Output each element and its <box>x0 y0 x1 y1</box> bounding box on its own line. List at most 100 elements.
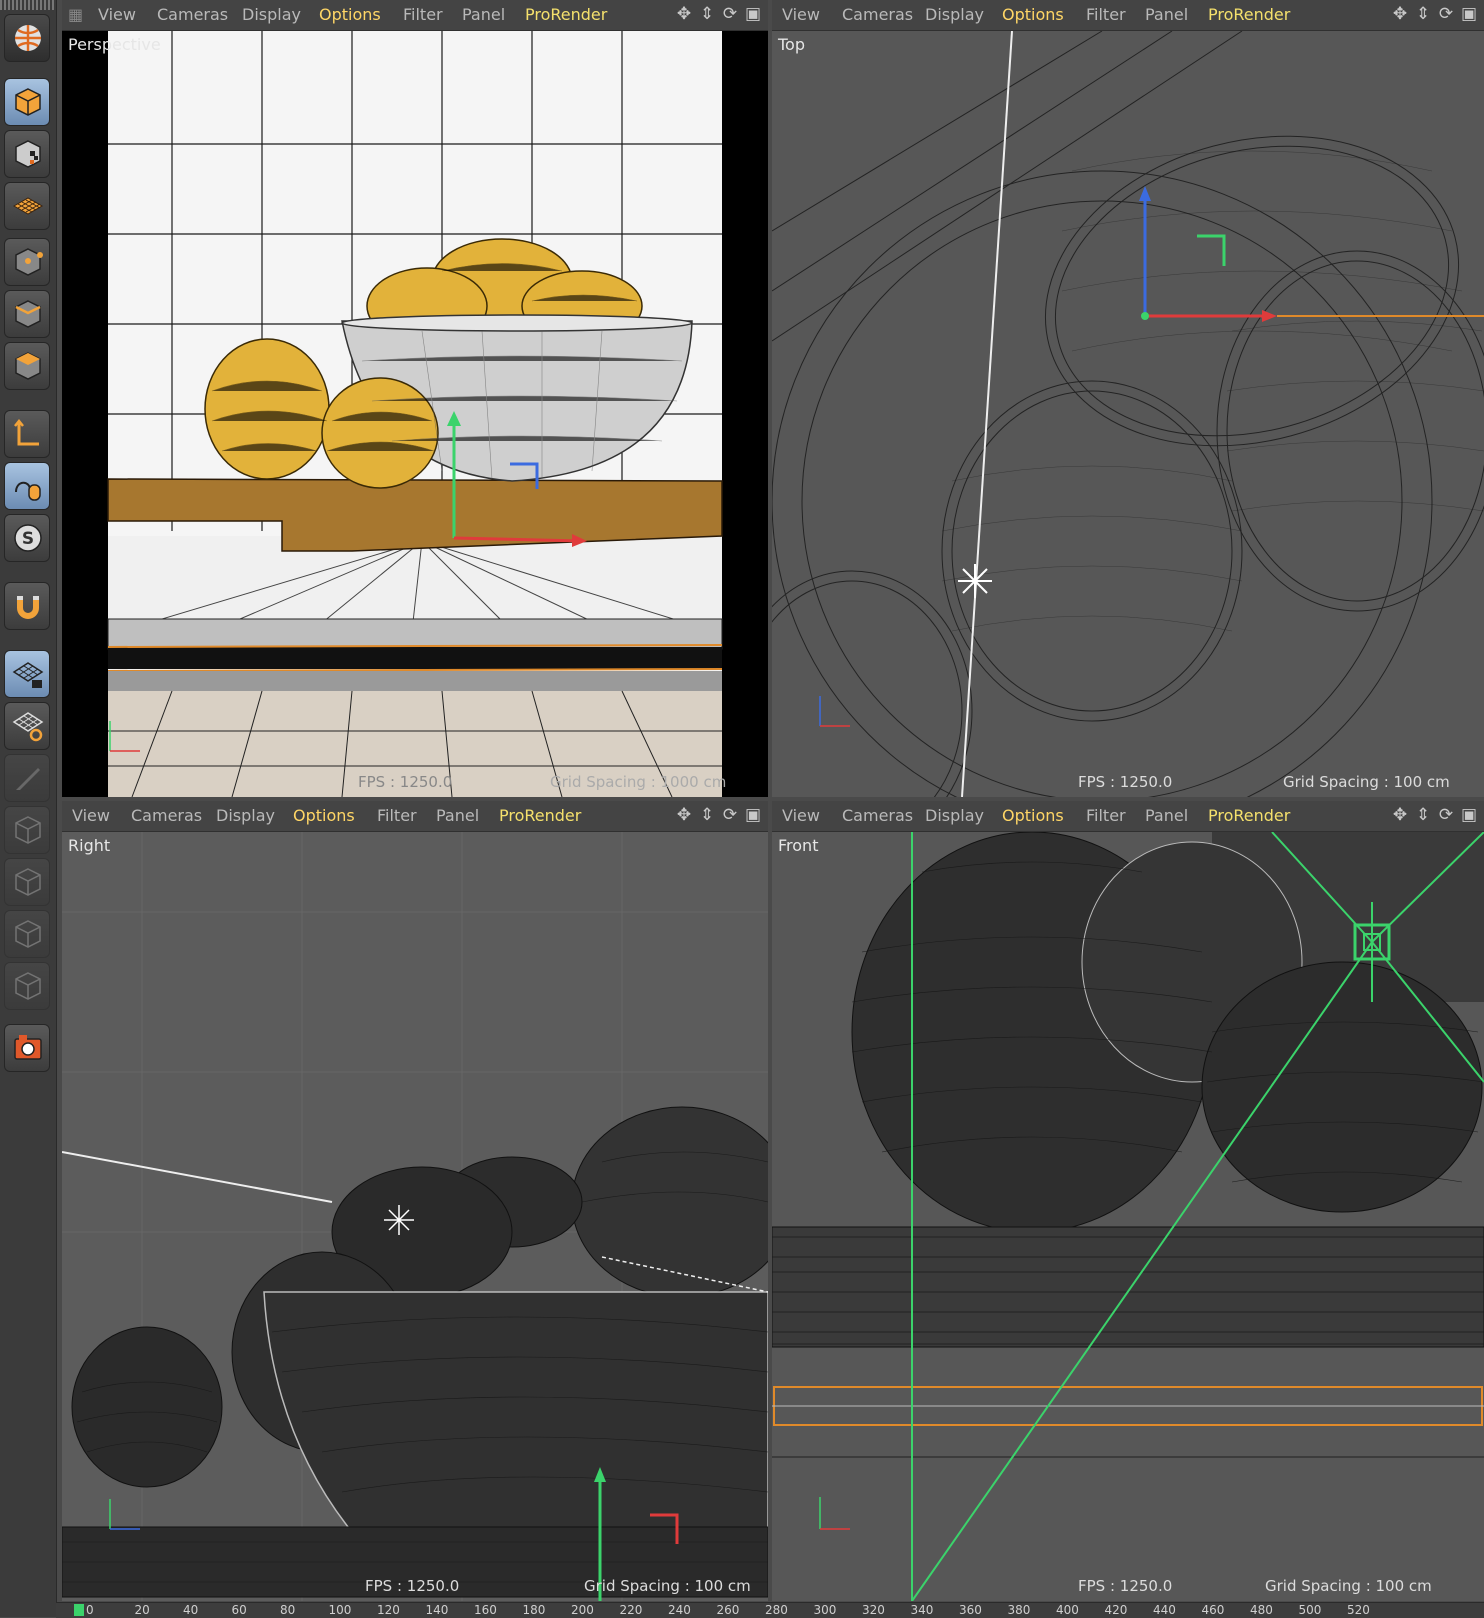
perspective-scene <box>107 31 723 797</box>
tweak-mode-icon[interactable] <box>4 462 50 510</box>
front-canvas[interactable]: Front FPS: 1250.0 Grid Spacing: 100 cm <box>772 832 1484 1601</box>
menu-cameras[interactable]: Cameras <box>157 5 228 24</box>
timeline-tick: 320 <box>862 1603 885 1617</box>
rotate-view-icon[interactable]: ⟳ <box>721 4 739 24</box>
right-canvas[interactable]: Right FPS: 1250.0 Grid Spacing: 100 cm <box>62 832 768 1601</box>
cube-icon[interactable] <box>4 78 50 126</box>
menu-prorender[interactable]: ProRender <box>525 5 607 24</box>
timeline-tick: 280 <box>765 1603 788 1617</box>
top-scene <box>772 31 1484 797</box>
timeline-ruler[interactable]: 0 20 40 60 80 100 120 140 160 180 200 220 240 260 280 3… <box>56 1602 1484 1618</box>
timeline-tick: 460 <box>1201 1603 1225 1617</box>
zoom-view-icon[interactable]: ⇕ <box>698 805 716 825</box>
menu-view[interactable]: View <box>782 806 820 825</box>
maximize-view-icon[interactable]: ▣ <box>744 4 762 24</box>
grid-plane-icon[interactable] <box>4 182 50 230</box>
maximize-view-icon[interactable]: ▣ <box>744 805 762 825</box>
viewport-label: Perspective <box>68 35 161 54</box>
timeline-tick: 40 <box>183 1603 199 1617</box>
perspective-viewport[interactable]: ▦ View Cameras Display Options Filter Pa… <box>62 0 768 797</box>
timeline-tick: 100 <box>328 1603 352 1617</box>
menu-options[interactable]: Options <box>319 5 381 24</box>
fps-readout: FPS : 1250.0 <box>365 1577 460 1595</box>
move-view-icon[interactable]: ✥ <box>675 4 693 24</box>
timeline-tick: 360 <box>959 1603 982 1617</box>
workplane-icon[interactable] <box>4 702 50 750</box>
timeline-tick: 480 <box>1250 1603 1273 1617</box>
timeline-tick: 380 <box>1007 1603 1031 1617</box>
timeline-tick: 20 <box>134 1603 150 1617</box>
toolbar-grip[interactable] <box>0 0 56 10</box>
rotate-view-icon[interactable]: ⟳ <box>721 805 739 825</box>
menu-display[interactable]: Display <box>925 5 984 24</box>
timeline-tick: 340 <box>910 1603 934 1617</box>
perspective-canvas[interactable]: Perspective FPS: 1250.0 Grid Spacing: … <box>62 31 768 797</box>
timeline-tick: 140 <box>425 1603 449 1617</box>
menu-cameras[interactable]: Cameras <box>842 806 913 825</box>
timeline-tick: 260 <box>716 1603 740 1617</box>
timeline-tick: 240 <box>668 1603 691 1617</box>
timeline-tick: 160 <box>474 1603 497 1617</box>
menu-filter[interactable]: Filter <box>377 806 417 825</box>
svg-text:S: S <box>22 529 34 549</box>
menu-cameras[interactable]: Cameras <box>842 5 913 24</box>
top-menubar: View Cameras Display Options Filter Pane… <box>772 0 1484 31</box>
menu-panel[interactable]: Panel <box>462 5 505 24</box>
top-canvas[interactable]: Top FPS: 1250.0 Grid Spacing: 100 cm <box>772 31 1484 797</box>
magnet-icon[interactable] <box>4 582 50 630</box>
top-viewport[interactable]: View Cameras Display Options Filter Pane… <box>772 0 1484 797</box>
menu-filter[interactable]: Filter <box>1086 5 1126 24</box>
rotate-view-icon[interactable]: ⟳ <box>1437 4 1455 24</box>
menu-display[interactable]: Display <box>216 806 275 825</box>
globe-logo-icon[interactable] <box>4 14 50 62</box>
cube-outline-icon[interactable] <box>4 962 50 1010</box>
menu-options[interactable]: Options <box>1002 806 1064 825</box>
viewport-grip-icon[interactable]: ▦ <box>68 5 83 24</box>
render-icon[interactable] <box>4 1024 50 1072</box>
axis-icon[interactable] <box>4 410 50 458</box>
menu-view[interactable]: View <box>98 5 136 24</box>
polygons-mode-icon[interactable] <box>4 342 50 390</box>
move-view-icon[interactable]: ✥ <box>1391 4 1409 24</box>
menu-prorender[interactable]: ProRender <box>499 806 581 825</box>
move-view-icon[interactable]: ✥ <box>675 805 693 825</box>
menu-options[interactable]: Options <box>1002 5 1064 24</box>
knife-icon[interactable] <box>4 754 50 802</box>
menu-prorender[interactable]: ProRender <box>1208 806 1290 825</box>
menu-filter[interactable]: Filter <box>1086 806 1126 825</box>
menu-cameras[interactable]: Cameras <box>131 806 202 825</box>
grid-spacing-readout: Grid Spacing : 1000 cm <box>550 773 727 791</box>
menu-display[interactable]: Display <box>925 806 984 825</box>
maximize-view-icon[interactable]: ▣ <box>1460 805 1478 825</box>
timeline-tick: 0 <box>86 1603 94 1617</box>
points-mode-icon[interactable] <box>4 238 50 286</box>
menu-display[interactable]: Display <box>242 5 301 24</box>
menu-options[interactable]: Options <box>293 806 355 825</box>
timeline-tick: 120 <box>377 1603 400 1617</box>
solo-icon[interactable]: S <box>4 514 50 562</box>
move-view-icon[interactable]: ✥ <box>1391 805 1409 825</box>
right-viewport[interactable]: View Cameras Display Options Filter Pane… <box>62 801 768 1601</box>
menu-panel[interactable]: Panel <box>436 806 479 825</box>
cube-outline-icon[interactable] <box>4 858 50 906</box>
menu-prorender[interactable]: ProRender <box>1208 5 1290 24</box>
checker-cube-icon[interactable] <box>4 130 50 178</box>
front-viewport[interactable]: View Cameras Display Options Filter Pane… <box>772 801 1484 1601</box>
maximize-view-icon[interactable]: ▣ <box>1460 4 1478 24</box>
zoom-view-icon[interactable]: ⇕ <box>1414 4 1432 24</box>
zoom-view-icon[interactable]: ⇕ <box>1414 805 1432 825</box>
cube-outline-icon[interactable] <box>4 806 50 854</box>
menu-view[interactable]: View <box>72 806 110 825</box>
playhead-marker[interactable] <box>74 1604 84 1616</box>
zoom-view-icon[interactable]: ⇕ <box>698 4 716 24</box>
cube-outline-icon[interactable] <box>4 910 50 958</box>
menu-panel[interactable]: Panel <box>1145 806 1188 825</box>
menu-view[interactable]: View <box>782 5 820 24</box>
edges-mode-icon[interactable] <box>4 290 50 338</box>
left-toolbar: S <box>0 0 57 1617</box>
menu-filter[interactable]: Filter <box>403 5 443 24</box>
timeline-tick: 200 <box>571 1603 594 1617</box>
locked-workplane-icon[interactable] <box>4 650 50 698</box>
rotate-view-icon[interactable]: ⟳ <box>1437 805 1455 825</box>
menu-panel[interactable]: Panel <box>1145 5 1188 24</box>
